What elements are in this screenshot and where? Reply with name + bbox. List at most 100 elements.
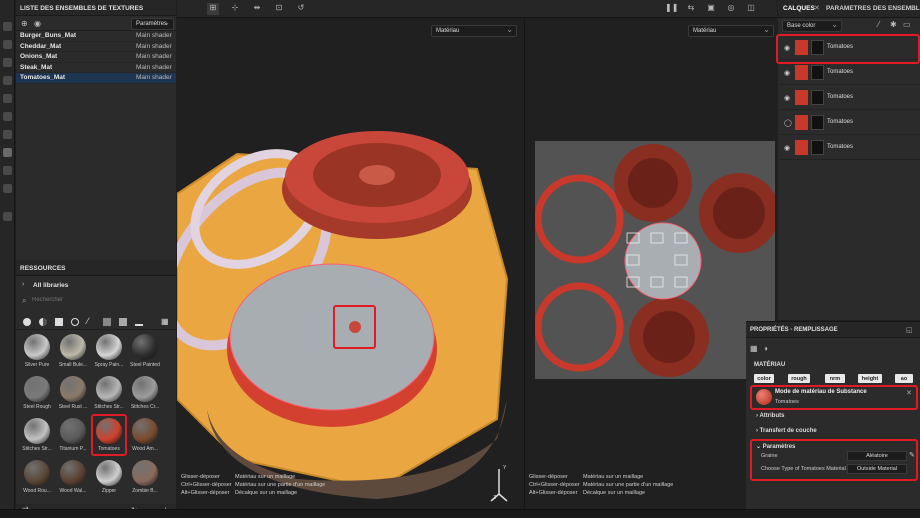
eye-icon[interactable]: ◉: [784, 69, 790, 77]
camera-icon[interactable]: ⊡: [273, 3, 285, 15]
texture-set-row[interactable]: Tomatoes_Mat Main shader: [16, 73, 176, 84]
material-thumbnail[interactable]: [24, 460, 50, 486]
add-icon[interactable]: ⊕: [21, 19, 28, 28]
library-label[interactable]: All libraries: [33, 282, 68, 289]
split-view-icon[interactable]: ⇆: [685, 3, 697, 15]
history-icon[interactable]: ↺: [295, 3, 307, 15]
texture-set-name: Cheddar_Mat: [20, 42, 62, 50]
panel-float-icon[interactable]: ◱: [906, 326, 913, 334]
polyfill-icon[interactable]: [3, 76, 12, 85]
display-icon[interactable]: [3, 184, 12, 193]
bake-icon[interactable]: [3, 148, 12, 157]
left-toolbar: [0, 0, 15, 518]
material-thumbnail[interactable]: [24, 418, 50, 444]
material-thumbnail[interactable]: [96, 460, 122, 486]
screenshot-icon[interactable]: ◫: [745, 3, 757, 15]
chevron-right-icon[interactable]: ›: [22, 281, 24, 288]
channel-nrm-button[interactable]: nrm: [825, 374, 845, 383]
delete-icon[interactable]: ▭: [903, 20, 911, 29]
texture-set-row[interactable]: Cheddar_Mat Main shader: [16, 42, 176, 52]
material-thumbnail[interactable]: [132, 334, 158, 360]
pause-icon[interactable]: ❚❚: [665, 3, 678, 15]
render-icon[interactable]: ◎: [725, 3, 737, 15]
paint-icon[interactable]: ⁄: [878, 20, 879, 29]
layer-row[interactable]: ◉ Tomatoes: [780, 136, 920, 160]
material-label: Zipper: [101, 488, 117, 494]
symmetry-icon[interactable]: ⊹: [229, 3, 241, 15]
mirror-icon[interactable]: ⇹: [251, 3, 263, 15]
layer-row[interactable]: ◉ Tomatoes: [780, 61, 920, 85]
texture-set-shader[interactable]: Main shader: [136, 43, 172, 50]
material-thumbnail[interactable]: [24, 376, 50, 402]
filter-icon[interactable]: [119, 318, 127, 326]
viewport-2d-mode-dropdown[interactable]: Matériau: [688, 25, 774, 37]
channel-dropdown[interactable]: Base color: [782, 20, 842, 32]
channel-ao-button[interactable]: ao: [895, 374, 913, 383]
viewport-2d[interactable]: Matériau Glisser-déposerCtrl+Glisser-dép…: [524, 19, 777, 509]
smudge-icon[interactable]: [3, 94, 12, 103]
drop-target-highlight: [333, 305, 376, 349]
projection-icon[interactable]: [3, 58, 12, 67]
brush-filter-icon[interactable]: ⁄: [87, 316, 89, 326]
texture-set-row[interactable]: Burger_Buns_Mat Main shader: [16, 31, 176, 42]
layer-row[interactable]: ◉ Tomatoes: [780, 86, 920, 110]
material-label: Zombie B...: [132, 488, 158, 494]
paint-brush-icon[interactable]: [3, 22, 12, 31]
channel-height-button[interactable]: height: [858, 374, 882, 383]
eraser-icon[interactable]: [3, 40, 12, 49]
eye-icon[interactable]: ◉: [784, 94, 790, 102]
material-filter-icon[interactable]: [23, 318, 31, 326]
material-thumbnail[interactable]: [96, 376, 122, 402]
selected-layer-highlight: [776, 34, 920, 64]
texture-filter-icon[interactable]: [55, 318, 63, 326]
material-label: Stitches Str...: [94, 404, 124, 410]
material-label: Small Bule...: [58, 362, 88, 368]
clone-icon[interactable]: [3, 112, 12, 121]
smart-material-filter-icon[interactable]: [39, 318, 47, 326]
channel-color-button[interactable]: color: [754, 374, 774, 383]
channel-rough-button[interactable]: rough: [788, 374, 810, 383]
tab-texture-set-settings[interactable]: PARAMÈTRES DES ENSEMBLES DE: [826, 5, 920, 12]
texture-set-shader[interactable]: Main shader: [136, 32, 172, 39]
material-thumbnail[interactable]: [132, 376, 158, 402]
texture-set-row[interactable]: Steak_Mat Main shader: [16, 63, 176, 73]
texture-set-shader[interactable]: Main shader: [136, 64, 172, 71]
transfer-section[interactable]: › Transfert de couche: [756, 428, 817, 434]
material-thumbnail[interactable]: [132, 418, 158, 444]
texture-set-dropdown[interactable]: Paramètres: [131, 18, 174, 30]
environment-filter-icon[interactable]: [135, 318, 143, 326]
material-thumbnail[interactable]: [132, 460, 158, 486]
tab-layers[interactable]: CALQUES: [783, 5, 815, 12]
layer-row[interactable]: ◯ Tomatoes: [780, 111, 920, 135]
picker-icon[interactable]: [3, 130, 12, 139]
export-icon[interactable]: [3, 212, 12, 221]
material-thumbnail[interactable]: [24, 334, 50, 360]
grid-icon[interactable]: ⊞: [207, 3, 219, 15]
eye-icon[interactable]: ◉: [34, 19, 41, 28]
cube-icon[interactable]: ▣: [705, 3, 717, 15]
grid-view-icon[interactable]: ▦: [161, 317, 169, 326]
search-input[interactable]: [32, 294, 162, 305]
effects-icon[interactable]: ✱: [890, 20, 897, 29]
layer-thumbnail: [795, 115, 808, 130]
material-thumbnail[interactable]: [60, 334, 86, 360]
texture-set-name: Burger_Buns_Mat: [20, 32, 76, 40]
tab-close-icon[interactable]: ✕: [814, 4, 820, 12]
eye-icon[interactable]: ◯: [784, 119, 792, 127]
procedural-filter-icon[interactable]: [103, 318, 111, 326]
resources-panel: RESSOURCES › All libraries ⌕ ⁄ ▦ Silver …: [16, 260, 176, 518]
settings-gear-icon[interactable]: [3, 166, 12, 175]
material-thumbnail[interactable]: [60, 418, 86, 444]
attributes-section[interactable]: › Attributs: [756, 413, 784, 419]
alpha-filter-icon[interactable]: [71, 318, 79, 326]
viewport-3d[interactable]: Matériau Glisser-déposerCtrl+Glisser-dép…: [177, 19, 523, 509]
eye-icon[interactable]: ◉: [784, 144, 790, 152]
material-thumbnail[interactable]: [60, 376, 86, 402]
texture-set-shader[interactable]: Main shader: [136, 74, 172, 81]
material-thumbnail[interactable]: [96, 334, 122, 360]
material-label: Stitches Cr...: [130, 404, 160, 410]
texture-set-shader[interactable]: Main shader: [136, 53, 172, 60]
burger-3d-model: [177, 131, 509, 502]
material-thumbnail[interactable]: [60, 460, 86, 486]
texture-set-row[interactable]: Onions_Mat Main shader: [16, 52, 176, 63]
